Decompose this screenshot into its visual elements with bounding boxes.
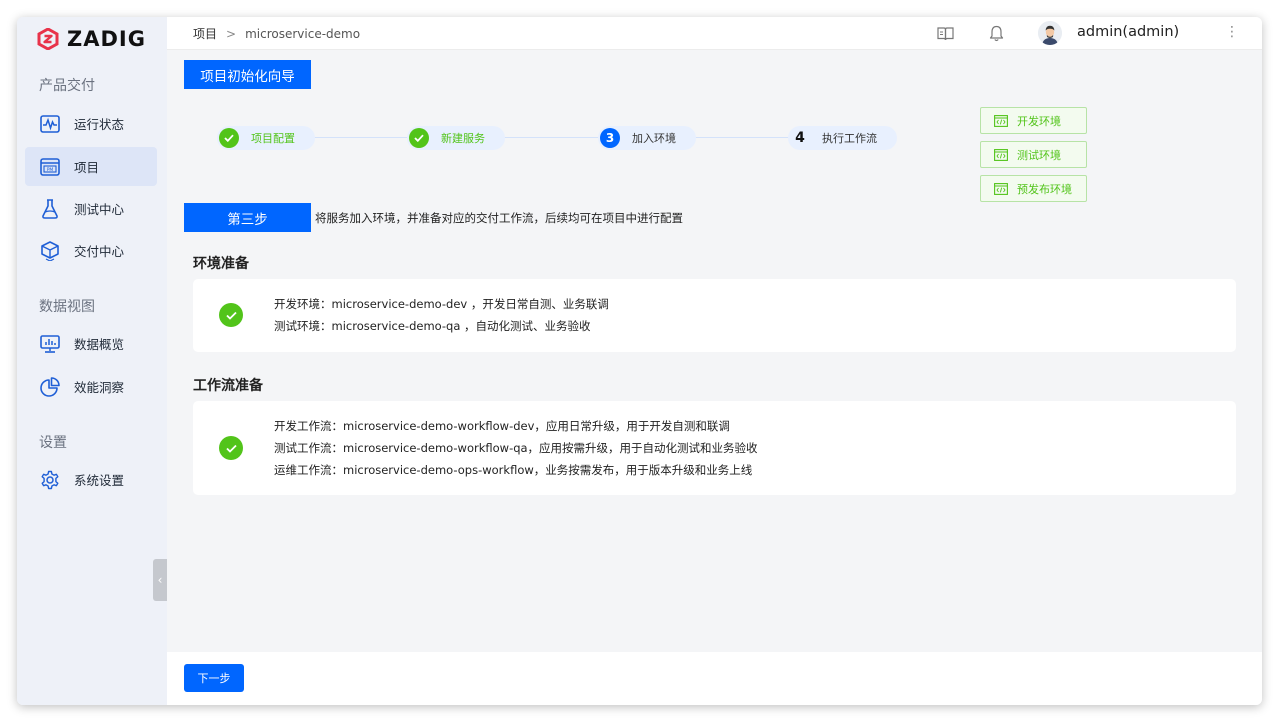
env-button-test[interactable]: 测试环境 <box>980 141 1087 168</box>
breadcrumb: 项目 > microservice-demo <box>193 25 360 42</box>
env-button-staging[interactable]: 预发布环境 <box>980 175 1087 202</box>
step-label: 新建服务 <box>441 132 485 145</box>
step-label: 项目配置 <box>251 132 295 145</box>
project-icon: PM <box>40 157 60 177</box>
breadcrumb-separator: > <box>226 26 237 41</box>
check-icon <box>219 128 239 148</box>
env-button-label: 开发环境 <box>1017 114 1061 128</box>
step-connector <box>692 137 792 138</box>
env-card: 开发环境：microservice-demo-dev ，开发日常自测、业务联调 … <box>193 279 1236 352</box>
check-circle-icon <box>219 303 243 327</box>
env-button-dev[interactable]: 开发环境 <box>980 107 1087 134</box>
sidebar-item-label: 数据概览 <box>74 337 125 352</box>
code-window-icon <box>994 182 1008 195</box>
check-circle-icon <box>219 436 243 460</box>
env-button-label: 预发布环境 <box>1017 182 1072 196</box>
step-number: 3 <box>600 128 620 148</box>
sidebar: ZADIG 产品交付 运行状态 PM 项目 测试中心 交付中心 数据视图 数据概… <box>17 17 167 705</box>
check-icon <box>409 128 429 148</box>
footer-bar: 下一步 <box>167 652 1262 705</box>
sidebar-item-label: 项目 <box>74 160 100 175</box>
code-window-icon <box>994 114 1008 127</box>
workflow-line: 运维工作流：microservice-demo-ops-workflow，业务按… <box>274 463 753 477</box>
step-title: 第三步 <box>184 203 311 232</box>
flask-icon <box>40 198 60 219</box>
workflow-card: 开发工作流：microservice-demo-workflow-dev，应用日… <box>193 401 1236 495</box>
sidebar-item-label: 系统设置 <box>74 473 125 488</box>
zadig-logo-icon <box>37 28 59 50</box>
sidebar-item-label: 测试中心 <box>74 202 125 217</box>
svg-text:PM: PM <box>47 167 54 173</box>
nav-group-settings: 设置 <box>39 435 67 451</box>
bell-icon[interactable] <box>987 24 1005 42</box>
code-window-icon <box>994 148 1008 161</box>
env-line: 开发环境：microservice-demo-dev ，开发日常自测、业务联调 <box>274 297 609 311</box>
logo[interactable]: ZADIG <box>37 27 146 51</box>
wizard-steps: 项目配置 新建服务 3 加入环境 4 执行工作流 <box>217 126 907 150</box>
app-window: ZADIG 产品交付 运行状态 PM 项目 测试中心 交付中心 数据视图 数据概… <box>17 17 1262 705</box>
env-line: 测试环境：microservice-demo-qa ，自动化测试、业务验收 <box>274 319 591 333</box>
logo-text: ZADIG <box>67 27 146 51</box>
workflow-line: 开发工作流：microservice-demo-workflow-dev，应用日… <box>274 419 730 433</box>
waveform-icon <box>40 114 60 134</box>
top-header: 项目 > microservice-demo admin(admin) ⋮ <box>167 17 1262 50</box>
avatar[interactable] <box>1038 21 1062 45</box>
next-step-button[interactable]: 下一步 <box>184 664 244 692</box>
sidebar-collapse-handle[interactable]: ‹ <box>153 559 167 601</box>
env-button-label: 测试环境 <box>1017 148 1061 162</box>
user-name[interactable]: admin(admin) <box>1077 24 1179 40</box>
sidebar-item-project[interactable]: PM 项目 <box>25 147 157 186</box>
sidebar-item-test-center[interactable]: 测试中心 <box>25 189 157 228</box>
sidebar-item-efficiency-insight[interactable]: 效能洞察 <box>25 367 157 406</box>
sidebar-item-status[interactable]: 运行状态 <box>25 104 157 143</box>
env-section-title: 环境准备 <box>193 256 249 272</box>
wizard-step-1: 项目配置 <box>217 126 315 150</box>
breadcrumb-root[interactable]: 项目 <box>193 25 217 42</box>
more-vertical-icon[interactable]: ⋮ <box>1225 24 1239 40</box>
workflow-line: 测试工作流：microservice-demo-workflow-qa，应用按需… <box>274 441 758 455</box>
step-connector <box>502 137 602 138</box>
pie-chart-icon <box>40 376 60 397</box>
wizard-step-4: 4 执行工作流 <box>788 126 897 150</box>
sidebar-item-data-overview[interactable]: 数据概览 <box>25 324 157 363</box>
sidebar-item-label: 运行状态 <box>74 117 125 132</box>
main-content: 项目初始化向导 项目配置 新建服务 3 加入环境 4 执行工作流 开发环境 测试… <box>167 50 1262 652</box>
wizard-title: 项目初始化向导 <box>184 60 311 89</box>
monitor-chart-icon <box>40 334 60 354</box>
sidebar-item-system-settings[interactable]: 系统设置 <box>25 460 157 499</box>
workflow-section-title: 工作流准备 <box>193 378 263 394</box>
wizard-step-3: 3 加入环境 <box>598 126 696 150</box>
step-number: 4 <box>790 128 810 148</box>
step-label: 加入环境 <box>632 132 676 145</box>
step-label: 执行工作流 <box>822 132 877 145</box>
chevron-left-icon: ‹ <box>157 573 163 587</box>
nav-group-data-view: 数据视图 <box>39 299 95 315</box>
nav-group-delivery: 产品交付 <box>39 78 95 94</box>
wizard-step-2: 新建服务 <box>407 126 505 150</box>
gear-icon <box>40 470 60 490</box>
docs-book-icon[interactable] <box>936 24 954 42</box>
sidebar-item-delivery-center[interactable]: 交付中心 <box>25 231 157 270</box>
sidebar-item-label: 效能洞察 <box>74 380 125 395</box>
step-connector <box>307 137 407 138</box>
step-description: 将服务加入环境，并准备对应的交付工作流，后续均可在项目中进行配置 <box>315 211 683 225</box>
breadcrumb-current: microservice-demo <box>245 26 361 41</box>
sidebar-item-label: 交付中心 <box>74 244 125 259</box>
package-icon <box>40 240 60 261</box>
